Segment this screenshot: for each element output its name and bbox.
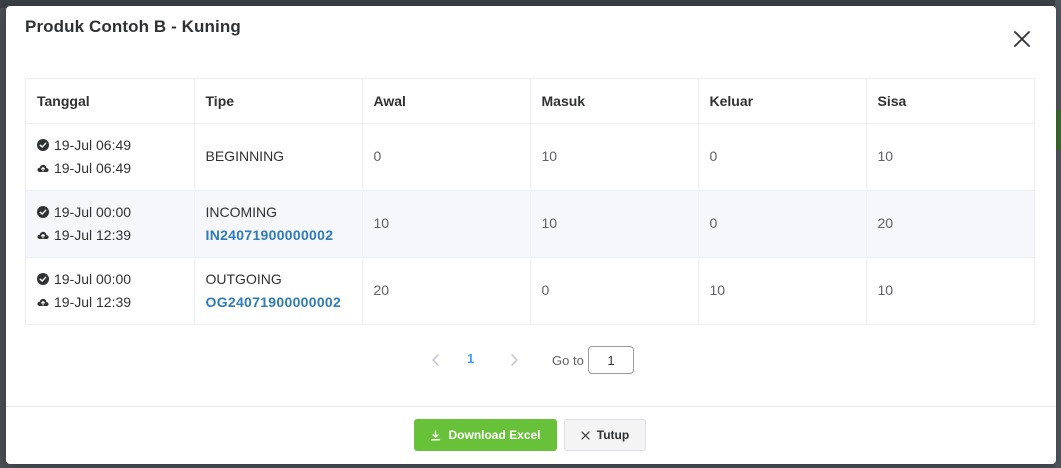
stock-movement-dialog: Produk Contoh B - Kuning Tanggal Tipe Aw… bbox=[6, 6, 1056, 464]
check-circle-icon bbox=[37, 139, 49, 151]
cloud-upload-icon bbox=[37, 162, 49, 174]
type-cell: OUTGOING OG24071900000002 bbox=[194, 257, 363, 324]
cloud-upload-icon bbox=[37, 296, 49, 308]
type-cell: BEGINNING bbox=[194, 123, 363, 191]
download-excel-button[interactable]: Download Excel bbox=[414, 419, 557, 451]
uploaded-date: 19-Jul 06:49 bbox=[54, 159, 132, 176]
awal-cell: 20 bbox=[362, 257, 531, 324]
chevron-left-icon bbox=[428, 354, 444, 372]
cloud-upload-icon bbox=[37, 229, 49, 241]
column-header-tanggal: Tanggal bbox=[26, 79, 195, 124]
dialog-title: Produk Contoh B - Kuning bbox=[25, 17, 241, 36]
keluar-cell: 0 bbox=[698, 123, 867, 191]
keluar-cell: 10 bbox=[698, 257, 867, 324]
movement-type: INCOMING bbox=[205, 203, 278, 220]
next-page-button[interactable] bbox=[506, 352, 522, 368]
prev-page-button[interactable] bbox=[428, 352, 444, 368]
pagination: 1 Go to bbox=[6, 346, 1056, 374]
page-number-current[interactable]: 1 bbox=[467, 351, 474, 366]
column-header-masuk: Masuk bbox=[530, 79, 699, 124]
table-row: 19-Jul 00:00 19-Jul 12:39 INCOMING IN240… bbox=[26, 190, 1034, 258]
goto-page-input[interactable] bbox=[588, 346, 634, 374]
movement-type: BEGINNING bbox=[205, 148, 285, 164]
check-circle-icon bbox=[37, 273, 49, 286]
date-cell: 19-Jul 00:00 19-Jul 12:39 bbox=[26, 190, 195, 258]
table-row: 19-Jul 00:00 19-Jul 12:39 OUTGOING OG240… bbox=[26, 257, 1034, 324]
download-excel-label: Download Excel bbox=[448, 428, 541, 442]
reference-link[interactable]: OG24071900000002 bbox=[206, 294, 342, 310]
movement-table: Tanggal Tipe Awal Masuk Keluar Sisa 19-J… bbox=[25, 78, 1035, 325]
download-icon bbox=[430, 429, 441, 441]
close-button[interactable] bbox=[1011, 28, 1033, 50]
column-header-sisa: Sisa bbox=[866, 79, 1034, 124]
uploaded-date: 19-Jul 12:39 bbox=[54, 226, 132, 243]
keluar-cell: 0 bbox=[698, 190, 867, 258]
masuk-cell: 10 bbox=[530, 190, 699, 258]
date-cell: 19-Jul 00:00 19-Jul 12:39 bbox=[26, 257, 195, 324]
close-icon bbox=[581, 430, 590, 440]
confirmed-date: 19-Jul 06:49 bbox=[54, 136, 132, 153]
chevron-right-icon bbox=[506, 354, 522, 372]
table-header-row: Tanggal Tipe Awal Masuk Keluar Sisa bbox=[26, 79, 1034, 124]
awal-cell: 10 bbox=[362, 190, 531, 258]
column-header-awal: Awal bbox=[362, 79, 531, 124]
type-cell: INCOMING IN24071900000002 bbox=[194, 190, 363, 258]
awal-cell: 0 bbox=[362, 123, 531, 191]
check-circle-icon bbox=[37, 206, 49, 218]
confirmed-date: 19-Jul 00:00 bbox=[54, 270, 132, 287]
sisa-cell: 20 bbox=[866, 190, 1034, 258]
uploaded-date: 19-Jul 12:39 bbox=[54, 293, 132, 310]
tutup-label: Tutup bbox=[596, 428, 630, 442]
column-header-tipe: Tipe bbox=[194, 79, 363, 124]
masuk-cell: 10 bbox=[530, 123, 699, 191]
sisa-cell: 10 bbox=[877, 282, 894, 299]
footer-divider bbox=[6, 406, 1056, 407]
masuk-cell: 0 bbox=[530, 257, 699, 324]
goto-label: Go to bbox=[552, 353, 584, 368]
tutup-button[interactable]: Tutup bbox=[564, 419, 646, 451]
confirmed-date: 19-Jul 00:00 bbox=[54, 203, 132, 220]
column-header-keluar: Keluar bbox=[698, 79, 867, 124]
movement-type: OUTGOING bbox=[205, 270, 282, 287]
reference-link[interactable]: IN24071900000002 bbox=[206, 227, 334, 243]
table-row: 19-Jul 06:49 19-Jul 06:49 BEGINNING 0 10… bbox=[26, 123, 1034, 191]
date-cell: 19-Jul 06:49 19-Jul 06:49 bbox=[26, 123, 195, 191]
close-icon bbox=[1011, 28, 1033, 50]
sisa-cell: 10 bbox=[866, 123, 1034, 191]
